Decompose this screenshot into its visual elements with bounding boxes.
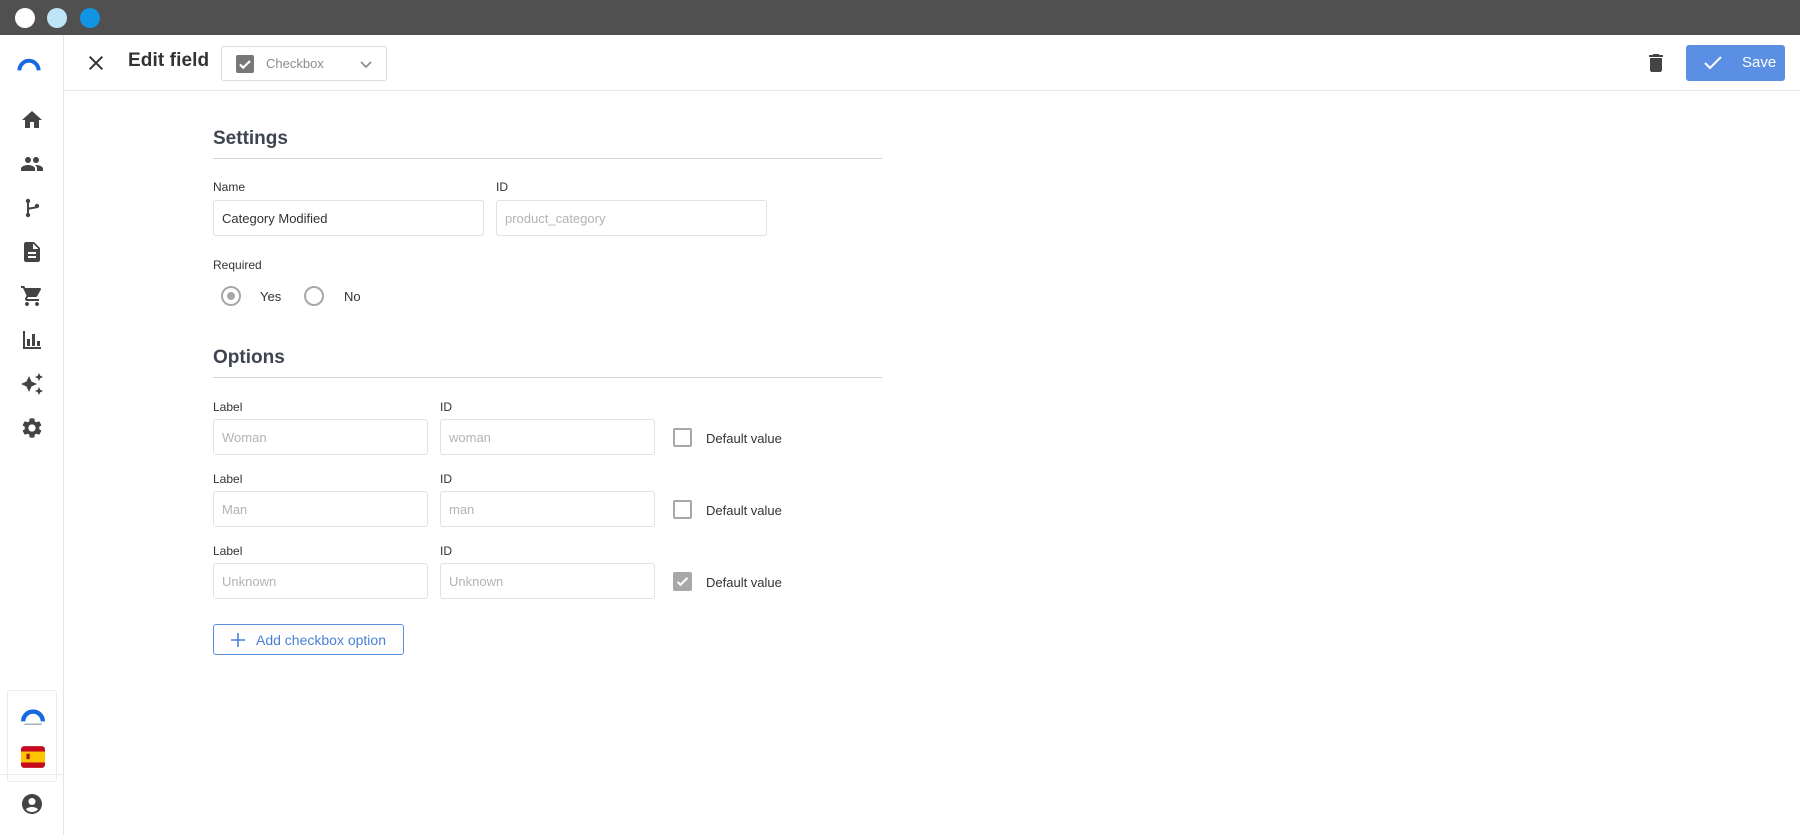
field-type-label: Checkbox (266, 56, 324, 71)
id-input[interactable] (496, 200, 767, 236)
window-maximize-dot[interactable] (80, 8, 100, 28)
branch-icon[interactable] (20, 196, 44, 220)
workspace-panel (7, 690, 57, 782)
home-icon[interactable] (20, 108, 44, 132)
option-id-caption: ID (440, 400, 452, 414)
option-default-checkbox[interactable] (673, 572, 692, 591)
required-yes-radio[interactable] (221, 286, 241, 306)
checkbox-type-icon (236, 55, 254, 73)
option-default-checkbox[interactable] (673, 500, 692, 519)
option-id-caption: ID (440, 544, 452, 558)
option-label-input[interactable] (213, 419, 428, 455)
option-default-label: Default value (706, 503, 782, 518)
add-checkbox-option-label: Add checkbox option (256, 632, 386, 648)
options-section-title: Options (213, 347, 285, 368)
save-button-label: Save (1742, 54, 1777, 71)
sidebar-divider (0, 774, 63, 775)
cart-icon[interactable] (20, 284, 44, 308)
chevron-down-icon (356, 54, 376, 74)
name-input[interactable] (213, 200, 484, 236)
header-bar: Edit field Checkbox Save (64, 35, 1800, 91)
page-title: Edit field (128, 50, 210, 71)
option-default-label: Default value (706, 575, 782, 590)
sidebar (0, 35, 64, 835)
settings-section-title: Settings (213, 128, 288, 149)
option-id-input[interactable] (440, 491, 655, 527)
name-label: Name (213, 180, 246, 194)
brand-logo-icon[interactable] (17, 52, 47, 71)
option-label-input[interactable] (213, 563, 428, 599)
spain-flag-icon[interactable] (21, 745, 45, 768)
option-label-input[interactable] (213, 491, 428, 527)
add-checkbox-option-button[interactable]: Add checkbox option (213, 624, 404, 655)
options-divider (213, 377, 882, 378)
save-button[interactable]: Save (1686, 45, 1785, 81)
required-yes-label: Yes (260, 289, 282, 304)
bar-chart-icon[interactable] (20, 328, 44, 352)
option-id-caption: ID (440, 472, 452, 486)
delete-icon[interactable] (1644, 51, 1668, 75)
people-icon[interactable] (20, 152, 44, 176)
window-titlebar (0, 0, 1800, 35)
close-icon[interactable] (84, 51, 108, 75)
option-label-caption: Label (213, 472, 243, 486)
sparkles-icon[interactable] (20, 372, 44, 396)
settings-divider (213, 158, 882, 159)
required-no-label: No (344, 289, 361, 304)
check-icon (1702, 53, 1724, 73)
gear-icon[interactable] (20, 416, 44, 440)
option-label-caption: Label (213, 544, 243, 558)
option-default-label: Default value (706, 431, 782, 446)
account-circle-icon[interactable] (20, 792, 44, 816)
field-type-select[interactable]: Checkbox (221, 46, 387, 81)
window-close-dot[interactable] (15, 8, 35, 28)
plus-icon (230, 632, 246, 648)
workspace-logo-icon[interactable] (21, 705, 45, 725)
id-label: ID (496, 180, 508, 194)
required-label: Required (213, 258, 262, 272)
window-minimize-dot[interactable] (47, 8, 67, 28)
option-id-input[interactable] (440, 563, 655, 599)
document-icon[interactable] (20, 240, 44, 264)
option-id-input[interactable] (440, 419, 655, 455)
option-label-caption: Label (213, 400, 243, 414)
option-default-checkbox[interactable] (673, 428, 692, 447)
required-no-radio[interactable] (304, 286, 324, 306)
